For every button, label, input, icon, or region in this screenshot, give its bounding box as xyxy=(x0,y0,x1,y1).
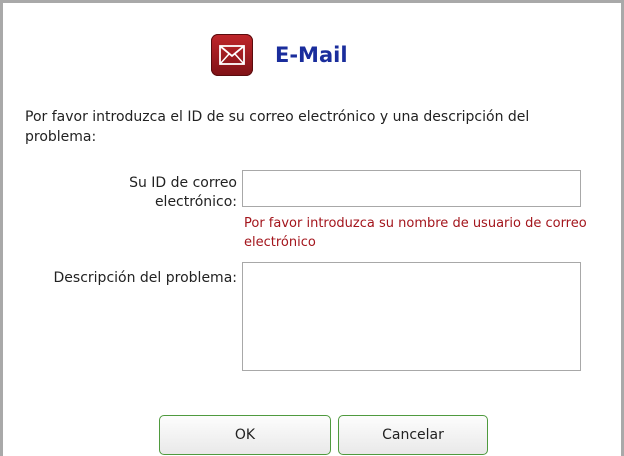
email-id-input[interactable] xyxy=(242,170,581,207)
dialog-header: E-Mail xyxy=(211,33,348,77)
ok-button[interactable]: OK xyxy=(159,415,331,455)
intro-text: Por favor introduzca el ID de su correo … xyxy=(25,109,530,145)
email-id-label: Su ID de correo electrónico: xyxy=(129,175,237,210)
envelope-glyph xyxy=(219,45,245,65)
envelope-icon xyxy=(211,34,253,76)
description-label: Descripción del problema: xyxy=(53,270,237,286)
dialog-title: E-Mail xyxy=(275,43,348,67)
email-id-error-message: Por favor introduzca su nombre de usuari… xyxy=(244,216,587,250)
description-textarea[interactable] xyxy=(242,262,581,371)
cancel-button[interactable]: Cancelar xyxy=(338,415,488,455)
email-dialog: E-Mail Por favor introduzca el ID de su … xyxy=(0,0,624,456)
